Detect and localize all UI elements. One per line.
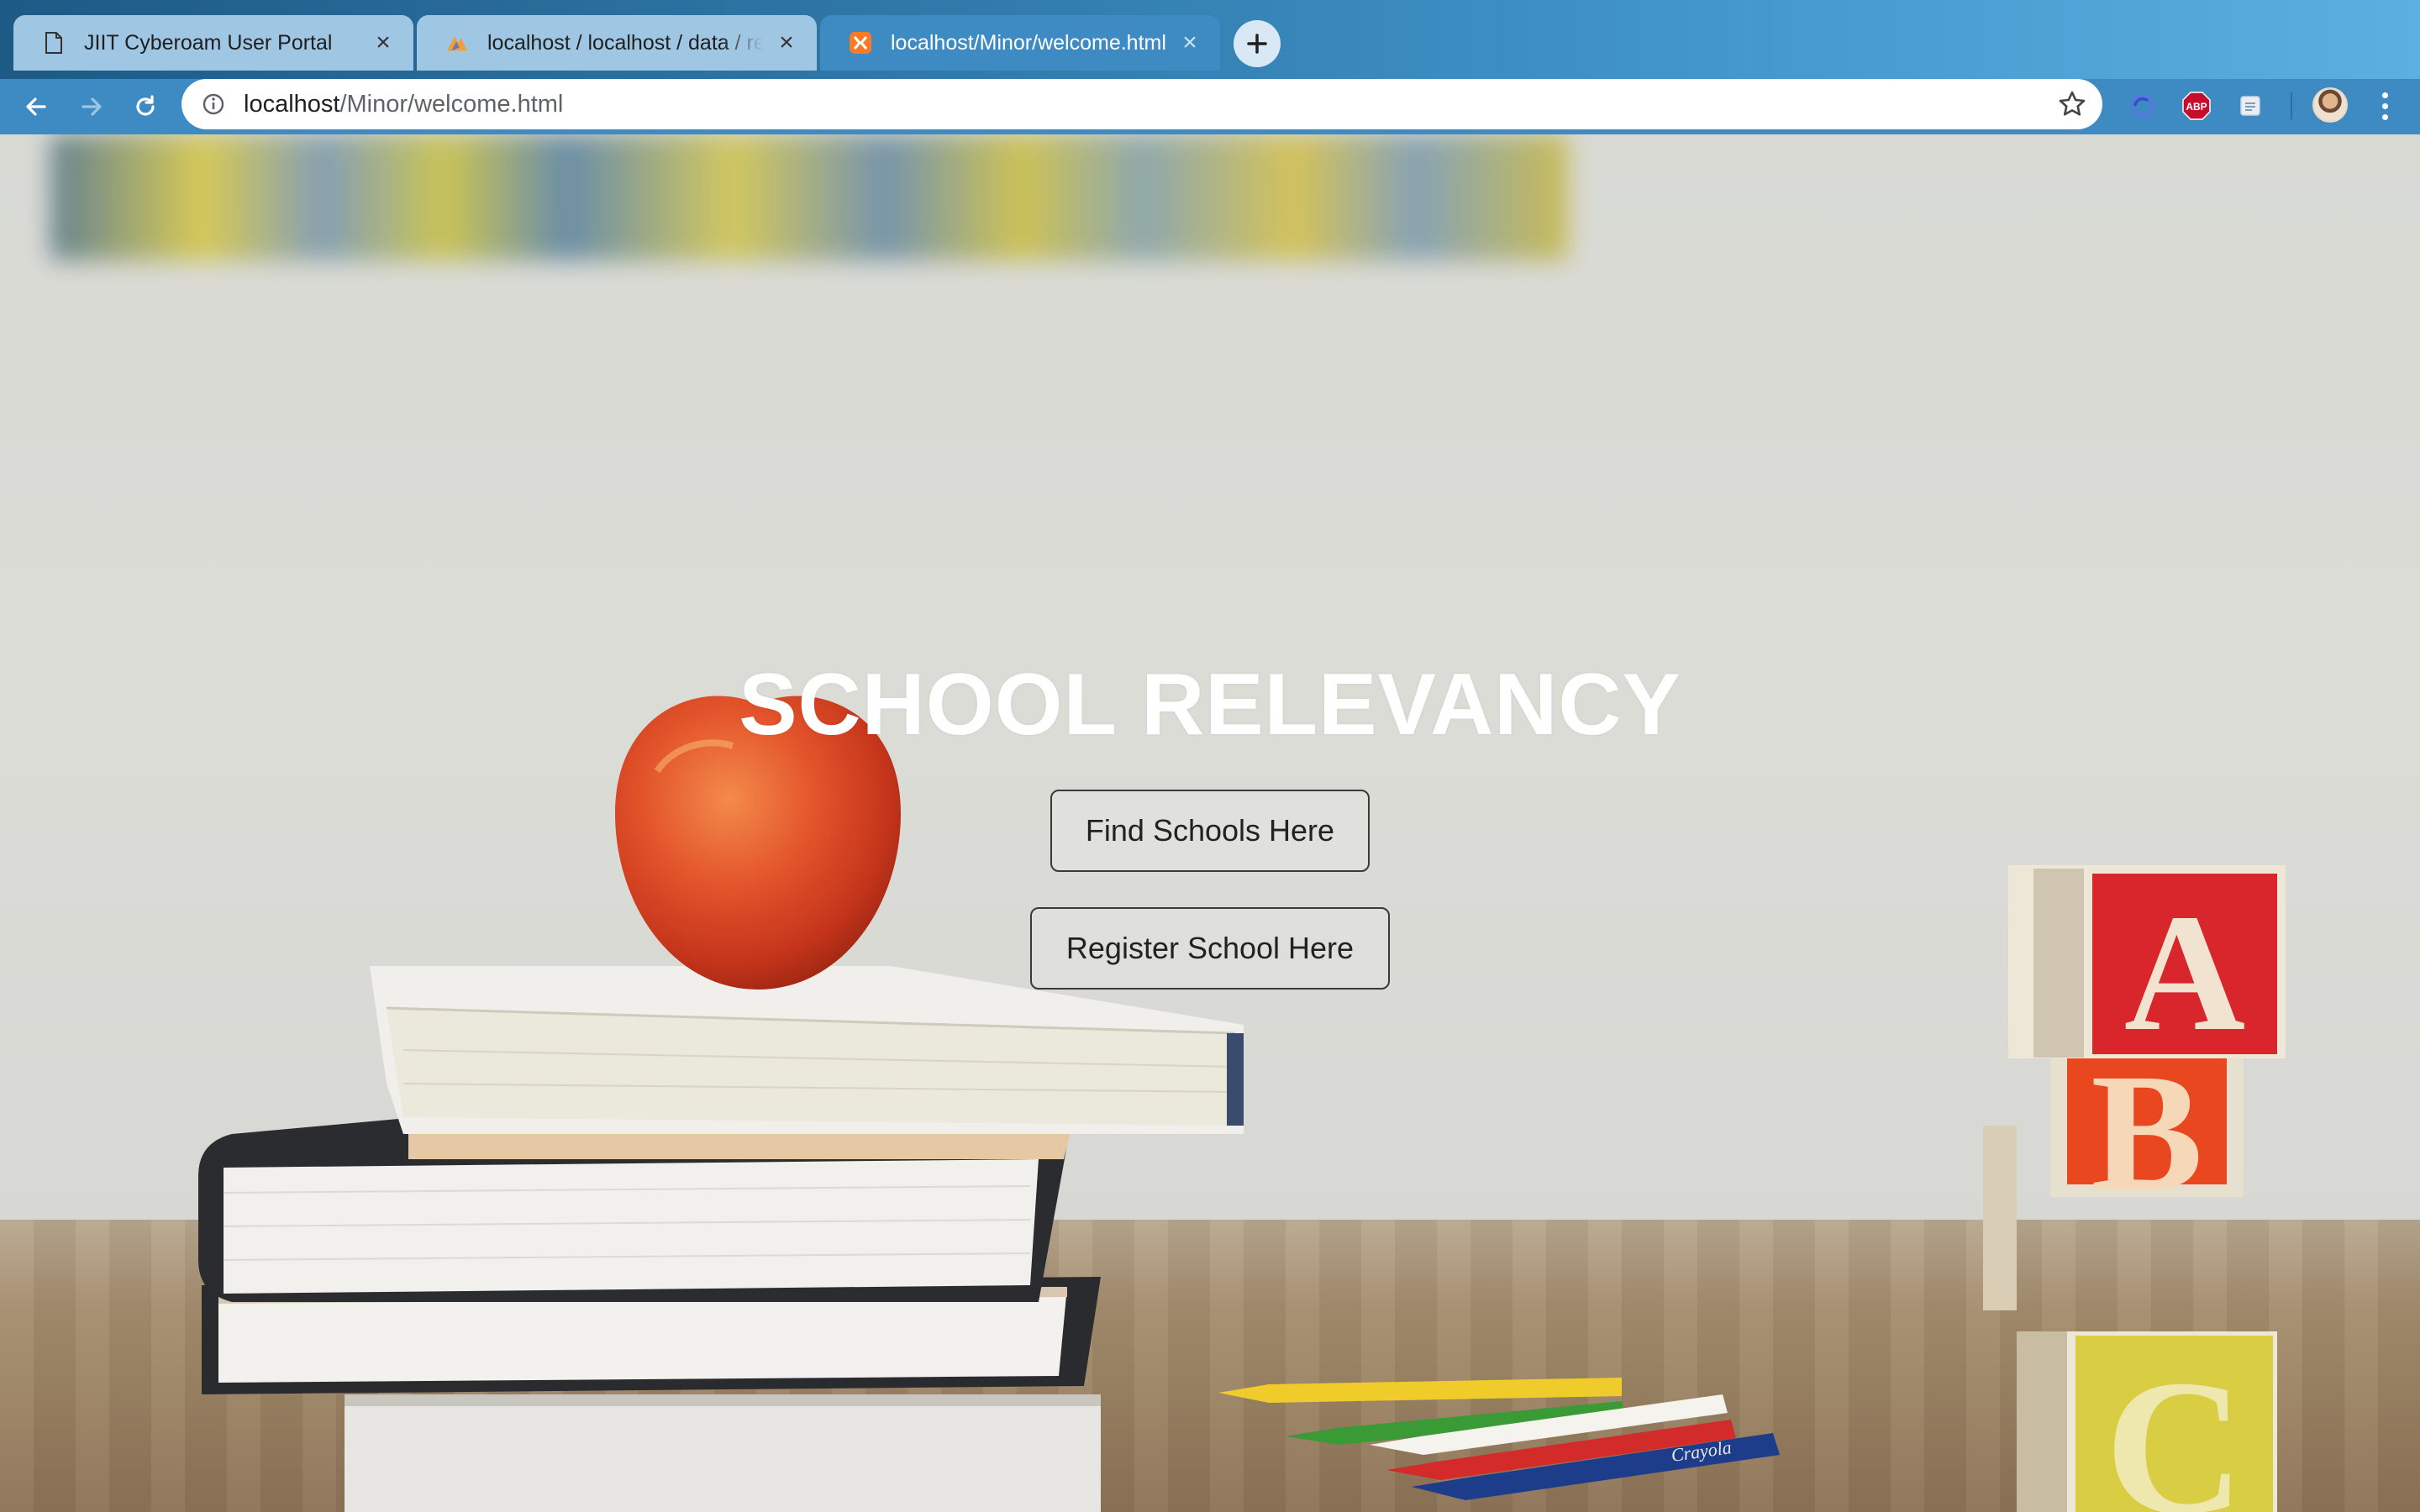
colored-pencils: Crayola	[1218, 1378, 1780, 1500]
phpmyadmin-icon	[445, 31, 469, 55]
back-button[interactable]	[15, 86, 57, 128]
arrow-left-icon	[26, 97, 46, 116]
tab-strip: JIIT Cyberoam User Portal × localhost / …	[0, 0, 2420, 79]
tab-title: localhost/Minor/welcome.html	[891, 30, 1166, 55]
address-host: localhost	[244, 90, 340, 118]
tab-title: localhost / localhost / data / re	[487, 30, 763, 55]
new-tab-button[interactable]	[1234, 20, 1281, 67]
address-bar[interactable]: localhost/Minor/welcome.html	[182, 79, 2102, 129]
tab-jiit-cyberoam[interactable]: JIIT Cyberoam User Portal ×	[13, 15, 413, 71]
browser-toolbar: localhost/Minor/welcome.html ABP	[0, 79, 2420, 134]
profile-avatar[interactable]	[2312, 87, 2348, 123]
reload-icon	[136, 95, 155, 116]
sync-extension-icon[interactable]	[2126, 89, 2160, 123]
background-painting	[50, 134, 1568, 260]
reload-button[interactable]	[124, 86, 166, 128]
close-icon[interactable]: ×	[1178, 29, 1202, 56]
close-icon[interactable]: ×	[775, 29, 798, 56]
find-schools-button[interactable]: Find Schools Here	[1050, 790, 1370, 872]
register-school-button[interactable]: Register School Here	[1030, 907, 1390, 990]
page-viewport: A B C Crayola SCHOOL RELEVANCY Find Scho…	[0, 134, 2420, 1512]
toolbar-divider	[2291, 92, 2292, 119]
address-url: localhost/Minor/welcome.html	[244, 91, 563, 118]
info-icon[interactable]	[200, 91, 227, 118]
page-title: SCHOOL RELEVANCY	[739, 656, 1681, 753]
tab-welcome[interactable]: localhost/Minor/welcome.html ×	[820, 15, 1220, 71]
adblock-plus-icon[interactable]: ABP	[2180, 89, 2213, 123]
tab-title: JIIT Cyberoam User Portal	[84, 30, 333, 55]
block-letter: C	[2105, 1340, 2244, 1512]
forward-button[interactable]	[71, 86, 113, 128]
abc-blocks: A B C	[1983, 865, 2286, 1512]
document-icon	[42, 31, 66, 55]
svg-text:ABP: ABP	[2186, 101, 2207, 113]
tab-phpmyadmin[interactable]: localhost / localhost / data / re ×	[417, 15, 817, 71]
plus-icon	[1247, 34, 1267, 54]
address-path: /Minor/welcome.html	[339, 90, 564, 118]
block-letter: B	[2091, 1040, 2202, 1226]
block-letter: A	[2124, 880, 2245, 1066]
arrow-right-icon	[82, 97, 102, 116]
bookmark-star-icon[interactable]	[2057, 89, 2087, 119]
close-icon[interactable]: ×	[371, 29, 395, 56]
document-extension-icon[interactable]	[2233, 89, 2267, 123]
xampp-icon	[849, 31, 872, 55]
browser-menu-button[interactable]	[2368, 87, 2402, 124]
